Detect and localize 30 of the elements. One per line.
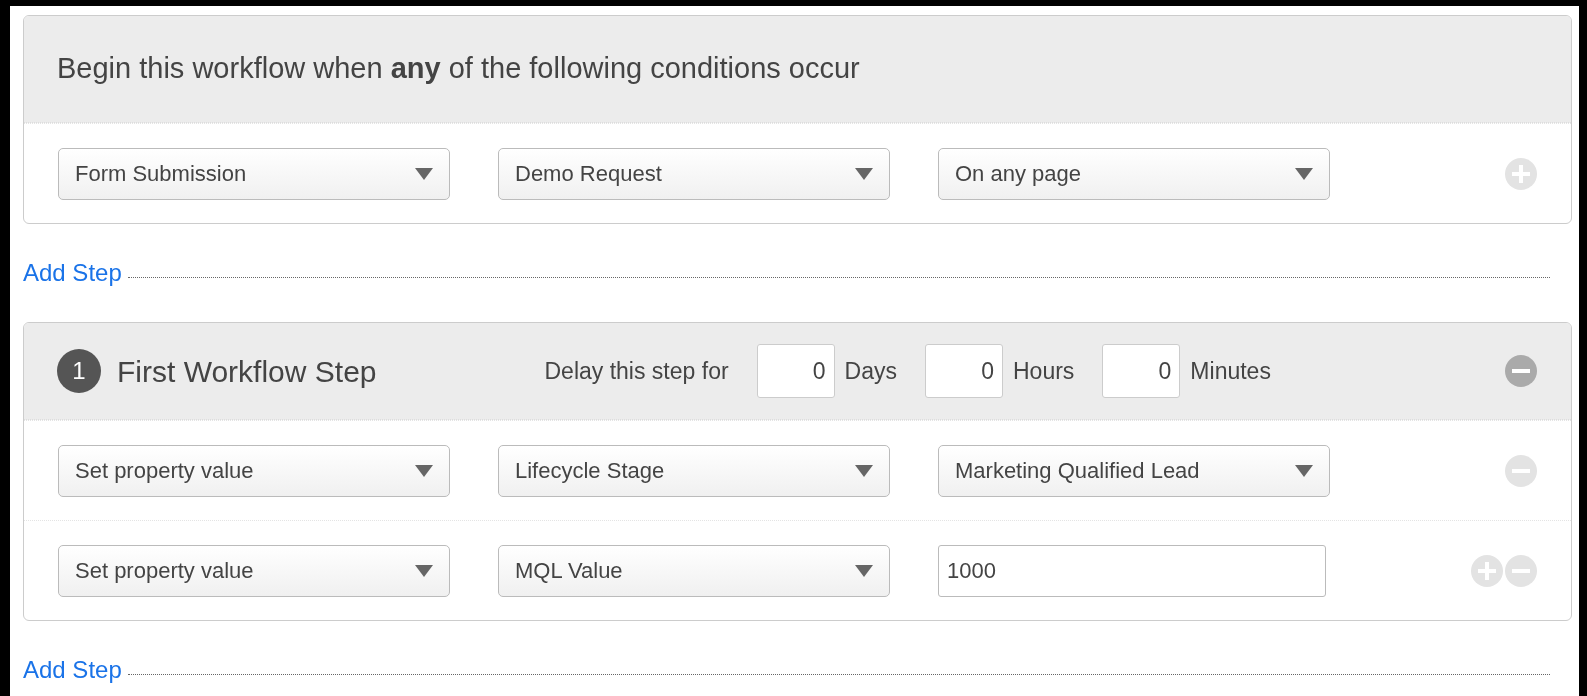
number-field[interactable]: 0 [925, 344, 1003, 398]
caret-icon [415, 167, 433, 180]
caret-icon [1295, 167, 1313, 180]
remove-icon[interactable] [1505, 355, 1537, 387]
dropdown[interactable]: Set property value [58, 544, 450, 597]
step-number-badge: 1 [57, 349, 101, 393]
unit-label: Days [844, 356, 897, 386]
number-field[interactable]: 0 [1102, 344, 1181, 398]
card-heading: Begin this workflow when any of the following conditions occur [57, 51, 860, 87]
unit-label: Hours [1013, 356, 1075, 386]
add-step-link[interactable]: Add Step [23, 652, 122, 688]
caret-icon [415, 564, 433, 577]
unit-label: Minutes [1190, 356, 1271, 386]
caret-icon [1295, 464, 1313, 477]
dropdown[interactable]: Form Submission [58, 147, 450, 200]
caret-icon [855, 167, 873, 180]
dropdown[interactable]: Set property value [58, 444, 450, 497]
input-field[interactable]: 1000 [938, 544, 1326, 597]
caret-icon [415, 464, 433, 477]
dropdown[interactable]: Lifecycle Stage [498, 444, 890, 497]
delay-label: Delay this step for [544, 356, 729, 386]
dropdown[interactable]: Demo Request [498, 147, 890, 200]
dropdown[interactable]: On any page [938, 147, 1330, 200]
add-step-link[interactable]: Add Step [23, 255, 122, 291]
dropdown[interactable]: Marketing Qualified Lead [938, 444, 1330, 497]
number-field[interactable]: 0 [756, 344, 835, 398]
step-title: First Workflow Step [117, 353, 377, 390]
caret-icon [855, 564, 873, 577]
caret-icon [855, 464, 873, 477]
dropdown[interactable]: MQL Value [498, 544, 890, 597]
